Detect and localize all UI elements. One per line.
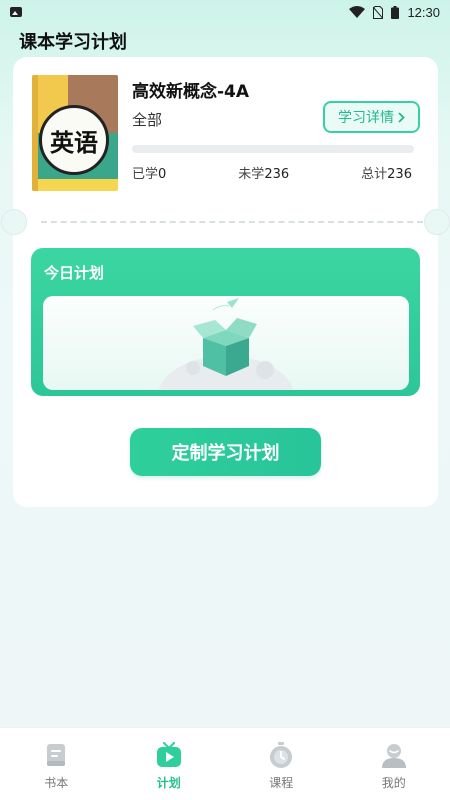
nav-item-books[interactable]: 书本 [16, 742, 96, 791]
custom-plan-button[interactable]: 定制学习计划 [130, 428, 321, 476]
ticket-notch-right [424, 209, 450, 235]
nav-label-me: 我的 [381, 776, 406, 790]
battery-icon [391, 5, 400, 19]
plan-tv-icon [156, 742, 181, 767]
no-sim-icon [373, 5, 384, 19]
chevron-right-icon [398, 111, 405, 123]
gallery-notification-icon [10, 7, 22, 17]
today-plan-card: 今日计划 [31, 248, 420, 396]
today-plan-empty-area [43, 296, 409, 390]
book-cover-text: 英语 [39, 105, 109, 175]
status-bar: 12:30 [0, 0, 450, 24]
stopwatch-icon [270, 742, 293, 768]
nav-item-plan[interactable]: 计划 [129, 742, 209, 791]
book-plan-card: 英语 高效新概念-4A 全部 学习详情 已学0 未学236 总计236 今日计划 [1, 57, 450, 507]
dashed-divider [41, 221, 433, 223]
nav-label-courses: 课程 [269, 776, 294, 790]
total-stat: 总计236 [361, 167, 412, 182]
book-scope: 全部 [132, 111, 163, 129]
nav-label-plan: 计划 [156, 776, 181, 790]
nav-item-me[interactable]: 我的 [354, 742, 434, 791]
today-plan-title: 今日计划 [44, 264, 105, 282]
wifi-icon [349, 6, 366, 18]
ticket-notch-left [1, 209, 27, 235]
status-time: 12:30 [407, 4, 440, 20]
nav-label-books: 书本 [44, 776, 69, 790]
study-detail-label: 学习详情 [338, 110, 394, 126]
book-title: 高效新概念-4A [132, 82, 250, 102]
study-stats: 已学0 未学236 总计236 [132, 163, 412, 182]
empty-box-icon [158, 298, 294, 390]
learned-stat: 已学0 [132, 167, 167, 182]
profile-icon [381, 744, 406, 768]
unlearned-stat: 未学236 [238, 167, 290, 182]
book-icon [47, 744, 66, 766]
study-progress-bar [132, 145, 414, 153]
page-title: 课本学习计划 [19, 32, 127, 53]
book-cover[interactable]: 英语 [32, 75, 118, 191]
nav-item-courses[interactable]: 课程 [241, 742, 321, 791]
bottom-nav: 书本 计划 课程 我的 [0, 727, 450, 800]
study-detail-button[interactable]: 学习详情 [323, 101, 420, 133]
